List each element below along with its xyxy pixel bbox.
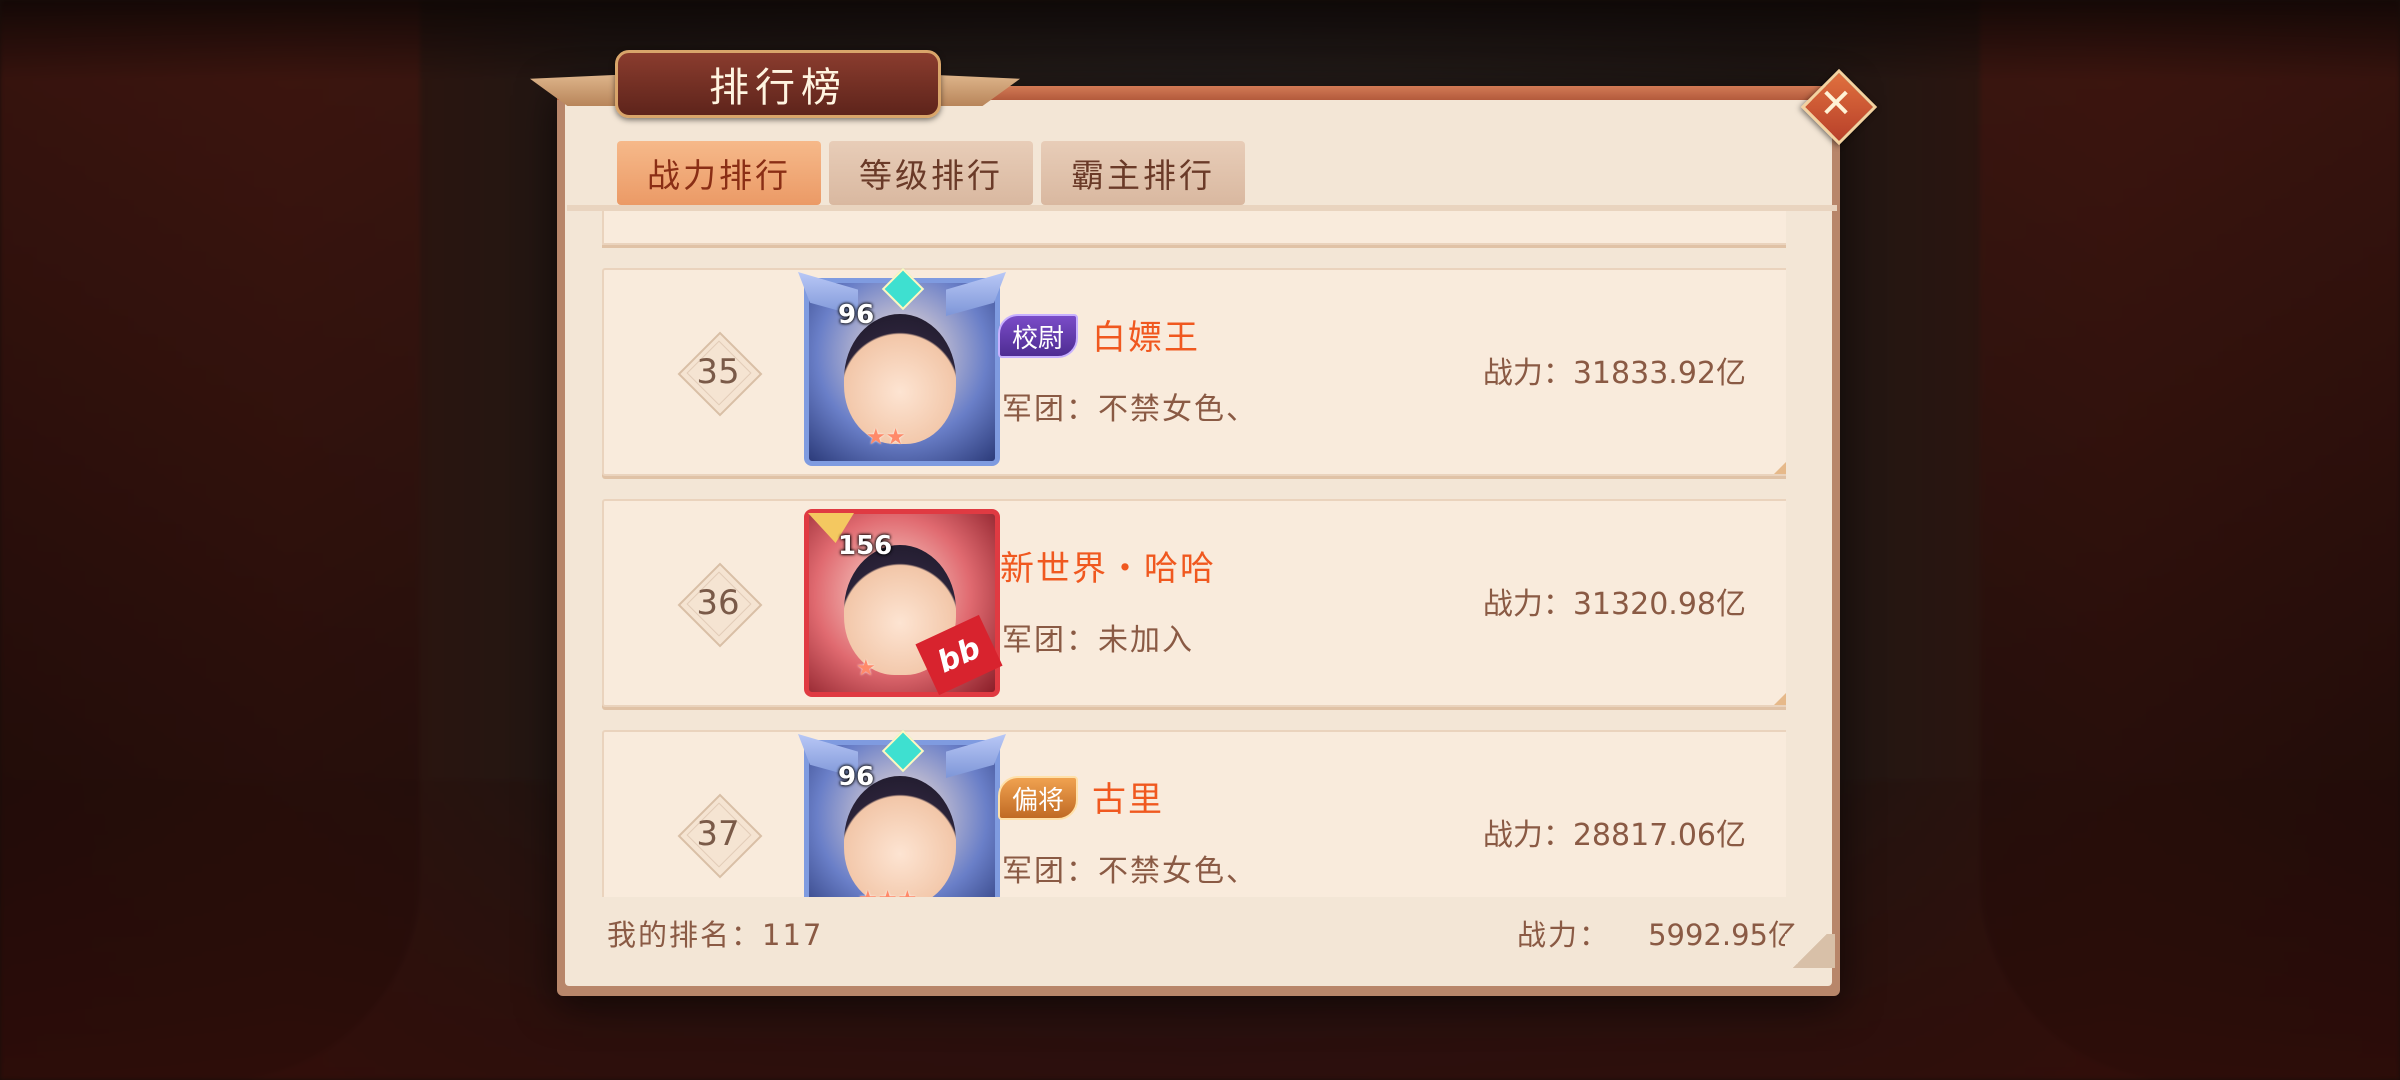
rank-title-badge: 校尉 bbox=[998, 314, 1079, 358]
player-name[interactable]: 白嫖王 bbox=[1092, 310, 1200, 359]
my-rank: 我的排名：117 bbox=[607, 918, 824, 952]
player-name[interactable]: 古里 bbox=[1092, 772, 1164, 821]
tab-power-ranking[interactable]: 战力排行 bbox=[617, 141, 821, 205]
star-icons: ★★★ bbox=[858, 887, 917, 897]
rank-number: 37 bbox=[696, 814, 740, 854]
dialog-title: 排行榜 bbox=[615, 50, 941, 118]
player-guild: 军团：不禁女色、 bbox=[1002, 392, 1258, 427]
tab-divider bbox=[567, 205, 1837, 211]
rank-badge: 37 bbox=[676, 792, 763, 879]
ranking-row[interactable]: 35 96 ★★ 校尉 白嫖王 军团：不禁女色、 战力：31833.92亿 bbox=[602, 267, 1786, 476]
avatar-level: 96 bbox=[838, 300, 875, 330]
my-power-label: 战力： bbox=[1517, 918, 1611, 952]
previous-row-edge bbox=[602, 211, 1786, 245]
tab-overlord-ranking[interactable]: 霸主排行 bbox=[1041, 141, 1245, 205]
player-power: 战力：31320.98亿 bbox=[1482, 587, 1746, 622]
avatar-level: 156 bbox=[838, 531, 893, 561]
my-rank-footer: 我的排名：117 战力： 5992.95亿 bbox=[567, 898, 1837, 968]
footer-corner-fold bbox=[1785, 934, 1835, 968]
player-power: 战力：31833.92亿 bbox=[1482, 356, 1746, 391]
row-corner-fold bbox=[1774, 691, 1786, 705]
my-power-value: 5992.95亿 bbox=[1648, 918, 1797, 952]
ranking-row[interactable]: 37 96 ★★★ 偏将 古里 军团：不禁女色、 战力：28817.06亿 bbox=[602, 729, 1786, 897]
player-avatar[interactable]: 96 ★★ bbox=[798, 267, 1006, 466]
row-corner-fold bbox=[1774, 460, 1786, 474]
rank-number: 36 bbox=[696, 583, 740, 623]
avatar-level: 96 bbox=[838, 762, 875, 792]
ranking-row[interactable]: 36 156 bb ★ 新世界・哈哈 军团：未加入 战力：31320.98亿 bbox=[602, 499, 1786, 707]
ranking-list[interactable]: 35 96 ★★ 校尉 白嫖王 军团：不禁女色、 战力：31833.92亿 36… bbox=[602, 211, 1786, 897]
player-name[interactable]: 新世界・哈哈 bbox=[1000, 541, 1216, 590]
rank-title-badge: 偏将 bbox=[998, 776, 1079, 820]
player-guild: 军团：不禁女色、 bbox=[1002, 854, 1258, 889]
tab-level-ranking[interactable]: 等级排行 bbox=[829, 141, 1033, 205]
rank-badge: 36 bbox=[676, 561, 763, 648]
player-avatar[interactable]: 156 bb ★ bbox=[804, 509, 1003, 697]
rank-number: 35 bbox=[696, 352, 740, 392]
tab-bar: 战力排行 等级排行 霸主排行 bbox=[617, 141, 1245, 205]
avatar-portrait bbox=[844, 776, 956, 897]
rank-badge: 35 bbox=[676, 330, 763, 417]
player-power: 战力：28817.06亿 bbox=[1482, 818, 1746, 853]
star-icons: ★ bbox=[856, 656, 876, 681]
close-button[interactable]: ✕ bbox=[1800, 68, 1878, 146]
player-avatar[interactable]: 96 ★★★ bbox=[798, 729, 1006, 897]
close-icon: ✕ bbox=[1819, 81, 1853, 127]
star-icons: ★★ bbox=[866, 425, 906, 450]
player-guild: 军团：未加入 bbox=[1002, 623, 1194, 658]
